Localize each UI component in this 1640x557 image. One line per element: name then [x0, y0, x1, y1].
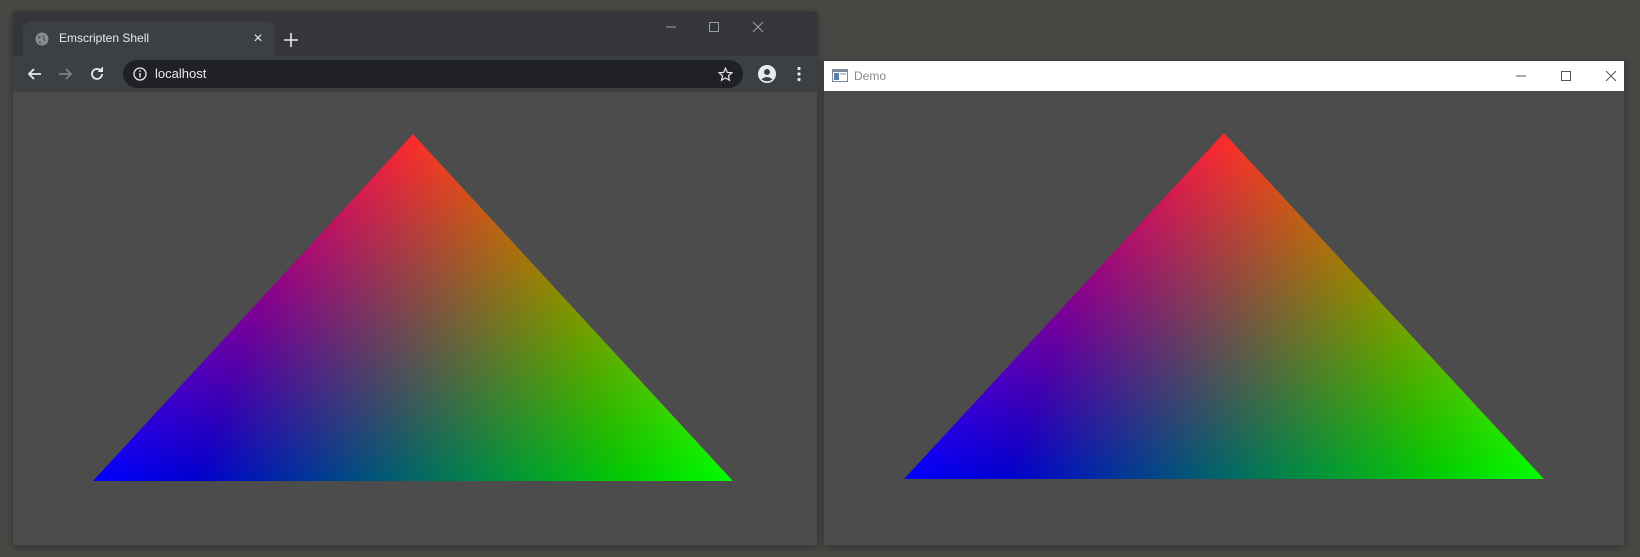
window-title: Demo [854, 69, 887, 83]
close-icon[interactable] [1600, 67, 1622, 85]
render-canvas[interactable] [824, 91, 1624, 545]
account-icon[interactable] [757, 64, 777, 84]
rgb-triangle [93, 134, 733, 481]
minimize-icon[interactable] [660, 18, 682, 36]
tab-close-button[interactable]: × [249, 30, 267, 48]
webgl-canvas[interactable] [13, 92, 817, 545]
tab-title: Emscripten Shell [59, 31, 150, 45]
address-bar[interactable]: localhost [123, 60, 743, 88]
maximize-icon[interactable] [703, 18, 725, 36]
arrow-right-icon[interactable] [55, 64, 75, 84]
window-app-icon [832, 68, 848, 84]
maximize-icon[interactable] [1555, 67, 1577, 85]
minimize-icon[interactable] [1510, 67, 1532, 85]
kebab-menu-icon[interactable] [789, 64, 809, 84]
star-icon[interactable] [718, 67, 733, 82]
rgb-triangle [904, 133, 1544, 479]
close-icon[interactable] [747, 18, 769, 36]
browser-toolbar: localhost [13, 56, 817, 92]
reload-icon[interactable] [87, 64, 107, 84]
info-icon[interactable] [133, 67, 147, 81]
native-window: Demo [824, 61, 1624, 545]
plus-icon[interactable] [279, 28, 303, 52]
url-text: localhost [155, 66, 207, 81]
arrow-left-icon[interactable] [25, 64, 45, 84]
browser-titlebar: Emscripten Shell × [13, 12, 817, 56]
native-titlebar: Demo [824, 61, 1624, 91]
tab-emscripten-shell[interactable]: Emscripten Shell × [23, 22, 275, 56]
browser-window: Emscripten Shell × localhost [13, 12, 817, 545]
globe-icon [35, 32, 49, 46]
